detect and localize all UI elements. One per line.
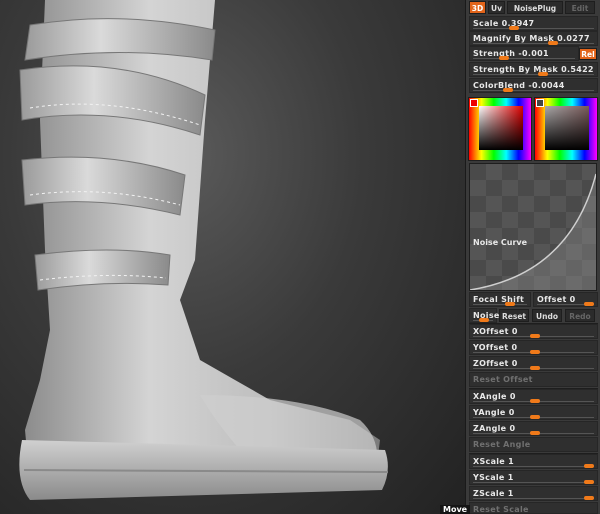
magnify-knob[interactable] bbox=[548, 41, 559, 45]
reset-offset-button[interactable]: Reset Offset bbox=[469, 372, 598, 387]
yoffset-value: 0 bbox=[511, 343, 518, 352]
offset-value: 0 bbox=[569, 295, 576, 304]
magnify-label: Magnify By Mask bbox=[473, 34, 555, 43]
yangle-label: YAngle bbox=[473, 408, 506, 417]
noise-toggle[interactable]: Noise bbox=[469, 308, 499, 323]
zoffset-value: 0 bbox=[511, 359, 518, 368]
xangle-label: XAngle bbox=[473, 392, 507, 401]
zangle-value: 0 bbox=[509, 424, 516, 433]
tab-3d[interactable]: 3D bbox=[469, 1, 486, 14]
xscale-label: XScale bbox=[473, 457, 506, 466]
zoffset-slider[interactable]: ZOffset 0 bbox=[469, 356, 598, 371]
colorblend-knob[interactable] bbox=[503, 88, 514, 92]
magnify-slider[interactable]: Magnify By Mask 0.0277 bbox=[469, 31, 598, 46]
tab-noiseplug[interactable]: NoisePlug bbox=[507, 1, 563, 14]
strength-slider[interactable]: Strength -0.001 bbox=[469, 46, 579, 61]
reset-scale-label: Reset Scale bbox=[473, 505, 529, 514]
strength-value: -0.001 bbox=[518, 49, 549, 58]
noise-curve-editor[interactable]: Noise Curve bbox=[469, 163, 597, 291]
zscale-slider[interactable]: ZScale 1 bbox=[469, 486, 598, 501]
zangle-slider[interactable]: ZAngle 0 bbox=[469, 421, 598, 436]
reset-button[interactable]: Reset bbox=[499, 309, 529, 322]
zscale-knob[interactable] bbox=[584, 496, 594, 500]
yscale-knob[interactable] bbox=[584, 480, 594, 484]
colorblend-slider[interactable]: ColorBlend -0.0044 bbox=[469, 78, 598, 93]
xangle-value: 0 bbox=[509, 392, 516, 401]
scale-label: Scale bbox=[473, 19, 499, 28]
offset-knob[interactable] bbox=[583, 302, 594, 306]
move-status: Move bbox=[440, 505, 471, 514]
yscale-slider[interactable]: YScale 1 bbox=[469, 470, 598, 485]
secondary-color-picker[interactable] bbox=[534, 97, 598, 161]
xangle-knob[interactable] bbox=[529, 399, 540, 403]
strength-mask-slider[interactable]: Strength By Mask 0.5422 bbox=[469, 62, 598, 77]
xoffset-value: 0 bbox=[511, 327, 518, 336]
viewport-canvas[interactable] bbox=[0, 0, 465, 514]
colorblend-label: ColorBlend bbox=[473, 81, 526, 90]
xangle-slider[interactable]: XAngle 0 bbox=[469, 389, 598, 404]
noise-curve-label: Noise Curve bbox=[473, 238, 528, 247]
yscale-label: YScale bbox=[473, 473, 505, 482]
offset-slider[interactable]: Offset 0 bbox=[533, 292, 598, 307]
main-color-swatch bbox=[470, 99, 478, 107]
zangle-label: ZAngle bbox=[473, 424, 507, 433]
xscale-value: 1 bbox=[508, 457, 515, 466]
strength-mask-knob[interactable] bbox=[538, 72, 549, 76]
xoffset-slider[interactable]: XOffset 0 bbox=[469, 324, 598, 339]
xscale-knob[interactable] bbox=[584, 464, 594, 468]
reset-offset-label: Reset Offset bbox=[473, 375, 533, 384]
yoffset-label: YOffset bbox=[473, 343, 509, 352]
xoffset-knob[interactable] bbox=[529, 334, 540, 338]
zscale-value: 1 bbox=[507, 489, 514, 498]
zscale-label: ZScale bbox=[473, 489, 505, 498]
focal-shift-knob[interactable] bbox=[505, 302, 516, 306]
yscale-value: 1 bbox=[507, 473, 514, 482]
redo-button[interactable]: Redo bbox=[565, 309, 595, 322]
secondary-color-square[interactable] bbox=[545, 106, 589, 150]
noise-panel: 3D Uv NoisePlug Edit Scale 0.3947 Magnif… bbox=[465, 0, 600, 514]
yoffset-slider[interactable]: YOffset 0 bbox=[469, 340, 598, 355]
main-color-picker[interactable] bbox=[468, 97, 532, 161]
colorblend-value: -0.0044 bbox=[528, 81, 565, 90]
scale-slider[interactable]: Scale 0.3947 bbox=[469, 16, 598, 31]
zoffset-label: ZOffset bbox=[473, 359, 509, 368]
reset-angle-button[interactable]: Reset Angle bbox=[469, 437, 598, 452]
strength-label: Strength bbox=[473, 49, 516, 58]
focal-shift-slider[interactable]: Focal Shift bbox=[469, 292, 531, 307]
reset-scale-button[interactable]: Reset Scale bbox=[469, 502, 598, 514]
zoffset-knob[interactable] bbox=[529, 366, 540, 370]
undo-button[interactable]: Undo bbox=[532, 309, 562, 322]
xscale-slider[interactable]: XScale 1 bbox=[469, 454, 598, 469]
tab-uv[interactable]: Uv bbox=[488, 1, 505, 14]
main-color-square[interactable] bbox=[479, 106, 523, 150]
rel-button[interactable]: Rel bbox=[579, 48, 597, 60]
tab-edit[interactable]: Edit bbox=[565, 1, 595, 14]
yangle-knob[interactable] bbox=[529, 415, 540, 419]
panel-tabs: 3D Uv NoisePlug Edit bbox=[469, 0, 599, 15]
focal-shift-label: Focal Shift bbox=[473, 295, 525, 304]
secondary-color-swatch bbox=[536, 99, 544, 107]
strength-mask-value: 0.5422 bbox=[561, 65, 594, 74]
noise-knob[interactable] bbox=[479, 318, 489, 322]
xoffset-label: XOffset bbox=[473, 327, 509, 336]
yangle-value: 0 bbox=[508, 408, 515, 417]
reset-angle-label: Reset Angle bbox=[473, 440, 531, 449]
boot-model bbox=[19, 0, 389, 500]
magnify-value: 0.0277 bbox=[557, 34, 590, 43]
offset-label: Offset bbox=[537, 295, 567, 304]
yoffset-knob[interactable] bbox=[529, 350, 540, 354]
scale-knob[interactable] bbox=[509, 26, 520, 30]
zangle-knob[interactable] bbox=[529, 431, 540, 435]
noise-curve-graph bbox=[470, 173, 596, 290]
yangle-slider[interactable]: YAngle 0 bbox=[469, 405, 598, 420]
strength-knob[interactable] bbox=[498, 56, 509, 60]
